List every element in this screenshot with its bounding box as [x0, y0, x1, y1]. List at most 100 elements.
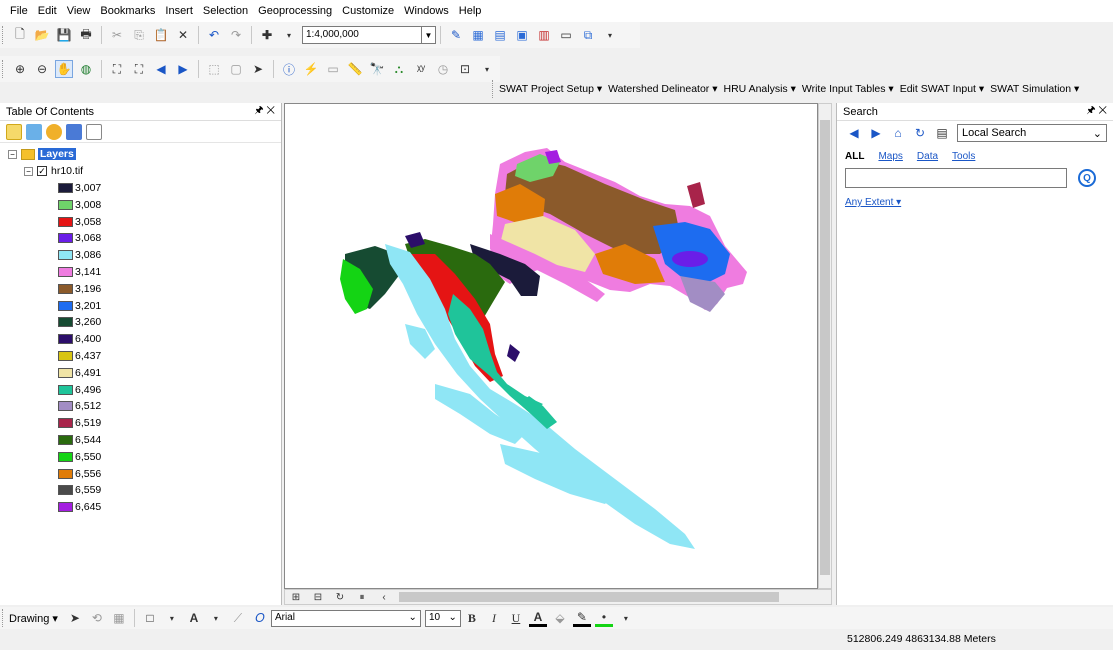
legend-item[interactable]: 6,559 — [58, 482, 281, 499]
horizontal-scrollbar-thumb[interactable] — [399, 592, 779, 602]
add-data-icon[interactable]: ✚ — [258, 26, 276, 44]
list-by-selection-icon[interactable] — [66, 123, 82, 140]
menu-file[interactable]: File — [10, 5, 28, 17]
menu-geoprocessing[interactable]: Geoprocessing — [258, 5, 332, 17]
legend-item[interactable]: 6,544 — [58, 432, 281, 449]
toolbar-options-icon[interactable]: ▾ — [601, 26, 619, 44]
scrollbar-thumb[interactable] — [820, 120, 830, 575]
home-icon[interactable]: ⌂ — [889, 124, 907, 142]
toolbar-options-icon[interactable]: ▾ — [478, 60, 496, 78]
identify-icon[interactable]: ⓘ — [280, 60, 298, 78]
legend-swatch[interactable] — [58, 502, 73, 513]
legend-item[interactable]: 6,519 — [58, 415, 281, 432]
collapse-icon[interactable]: − — [8, 149, 17, 159]
map-scale-dropdown-icon[interactable]: ▼ — [422, 26, 436, 44]
menu-customize[interactable]: Customize — [342, 5, 394, 17]
legend-swatch[interactable] — [58, 300, 73, 311]
search-options-icon[interactable]: ▤ — [933, 124, 951, 142]
legend-swatch[interactable] — [58, 233, 73, 244]
table-of-contents-icon[interactable]: ▦ — [469, 26, 487, 44]
legend-item[interactable]: 3,058 — [58, 213, 281, 230]
save-icon[interactable]: 💾 — [55, 26, 73, 44]
arctoolbox-icon[interactable]: ▥ — [535, 26, 553, 44]
legend-swatch[interactable] — [58, 451, 73, 462]
html-popup-icon[interactable]: ▭ — [324, 60, 342, 78]
select-features-icon[interactable]: ⬚ — [205, 60, 223, 78]
data-view-icon[interactable]: ⊞ — [287, 588, 305, 606]
toolbar-grip[interactable] — [2, 609, 5, 627]
legend-item[interactable]: 3,141 — [58, 264, 281, 281]
edit-vertices-icon[interactable]: ⟋ — [229, 609, 247, 627]
menu-windows[interactable]: Windows — [404, 5, 449, 17]
time-slider-icon[interactable]: ◷ — [434, 60, 452, 78]
copy-icon[interactable]: ⎘ — [130, 26, 148, 44]
tab-tools[interactable]: Tools — [952, 151, 975, 162]
select-elements-icon[interactable]: ➤ — [66, 609, 84, 627]
text-dropdown-icon[interactable]: ▾ — [207, 609, 225, 627]
python-window-icon[interactable]: ▭ — [557, 26, 575, 44]
toolbar-grip[interactable] — [2, 60, 5, 78]
menu-bookmarks[interactable]: Bookmarks — [100, 5, 155, 17]
legend-item[interactable]: 3,201 — [58, 297, 281, 314]
layout-view-icon[interactable]: ⊟ — [309, 588, 327, 606]
list-by-source-icon[interactable] — [26, 123, 42, 140]
legend-swatch[interactable] — [58, 384, 73, 395]
legend-item[interactable]: 3,008 — [58, 196, 281, 213]
zoom-out-icon[interactable]: ⊖ — [33, 60, 51, 78]
model-builder-icon[interactable]: ⧉ — [579, 26, 597, 44]
search-pin-close-icon[interactable]: 🖈 ✕ — [1086, 103, 1107, 120]
hru-analysis-menu[interactable]: HRU Analysis ▾ — [723, 83, 795, 95]
toolbar-grip[interactable] — [2, 26, 5, 44]
map-view[interactable] — [284, 103, 818, 589]
drawing-menu[interactable]: Drawing ▾ — [9, 612, 58, 625]
legend-swatch[interactable] — [58, 283, 73, 294]
scroll-left-icon[interactable]: ‹ — [375, 588, 393, 606]
marker-color-icon[interactable]: • — [594, 609, 613, 627]
print-icon[interactable]: 🖶 — [77, 26, 95, 44]
legend-swatch[interactable] — [58, 334, 73, 345]
extent-dropdown[interactable]: Any Extent ▾ — [837, 195, 1113, 210]
swat-project-setup-menu[interactable]: SWAT Project Setup ▾ — [499, 83, 602, 95]
editor-toolbar-icon[interactable]: ✎ — [447, 26, 465, 44]
search-window-icon[interactable]: ▣ — [513, 26, 531, 44]
rectangle-icon[interactable]: □ — [141, 609, 159, 627]
full-extent-icon[interactable]: ◍ — [77, 60, 95, 78]
fill-color-icon[interactable]: ⬙ — [551, 609, 569, 627]
legend-swatch[interactable] — [58, 216, 73, 227]
legend-item[interactable]: 3,007 — [58, 180, 281, 197]
measure-icon[interactable]: 📏 — [346, 60, 364, 78]
clear-selection-icon[interactable]: ▢ — [227, 60, 245, 78]
legend-swatch[interactable] — [58, 418, 73, 429]
back-extent-icon[interactable]: ◀ — [152, 60, 170, 78]
menu-selection[interactable]: Selection — [203, 5, 248, 17]
zoom-in-icon[interactable]: ⊕ — [11, 60, 29, 78]
rotate-icon[interactable]: ⟲ — [88, 609, 106, 627]
tab-maps[interactable]: Maps — [878, 151, 902, 162]
legend-item[interactable]: 6,512 — [58, 398, 281, 415]
forward-arrow-icon[interactable]: ▶ — [867, 124, 885, 142]
toc-pin-close-icon[interactable]: 🖈 ✕ — [254, 103, 275, 120]
undo-icon[interactable]: ↶ — [205, 26, 223, 44]
layer-visibility-checkbox[interactable]: ✓ — [37, 166, 47, 177]
line-color-icon[interactable]: ✎ — [572, 609, 591, 627]
edit-swat-input-menu[interactable]: Edit SWAT Input ▾ — [900, 83, 984, 95]
menu-help[interactable]: Help — [459, 5, 482, 17]
tab-data[interactable]: Data — [917, 151, 938, 162]
toolbar-grip[interactable] — [492, 80, 495, 98]
legend-swatch[interactable] — [58, 199, 73, 210]
text-icon[interactable]: A — [185, 609, 203, 627]
search-scope-select[interactable]: Local Search ⌄ — [957, 124, 1107, 142]
pan-icon[interactable]: ✋ — [55, 60, 73, 78]
fixed-zoom-in-icon[interactable]: ⛶ — [108, 60, 126, 78]
legend-swatch[interactable] — [58, 367, 73, 378]
legend-swatch[interactable] — [58, 250, 73, 261]
bold-icon[interactable]: B — [463, 609, 481, 627]
legend-item[interactable]: 6,491 — [58, 364, 281, 381]
legend-swatch[interactable] — [58, 401, 73, 412]
raster-layer-label[interactable]: hr10.tif — [51, 165, 83, 177]
font-type-icon[interactable]: 𝑂 — [251, 609, 269, 627]
pause-drawing-icon[interactable]: ⏸ — [353, 588, 371, 606]
map-scale-input[interactable]: 1:4,000,000 — [302, 26, 422, 44]
list-by-visibility-icon[interactable] — [46, 123, 62, 140]
watershed-delineator-menu[interactable]: Watershed Delineator ▾ — [608, 83, 717, 95]
